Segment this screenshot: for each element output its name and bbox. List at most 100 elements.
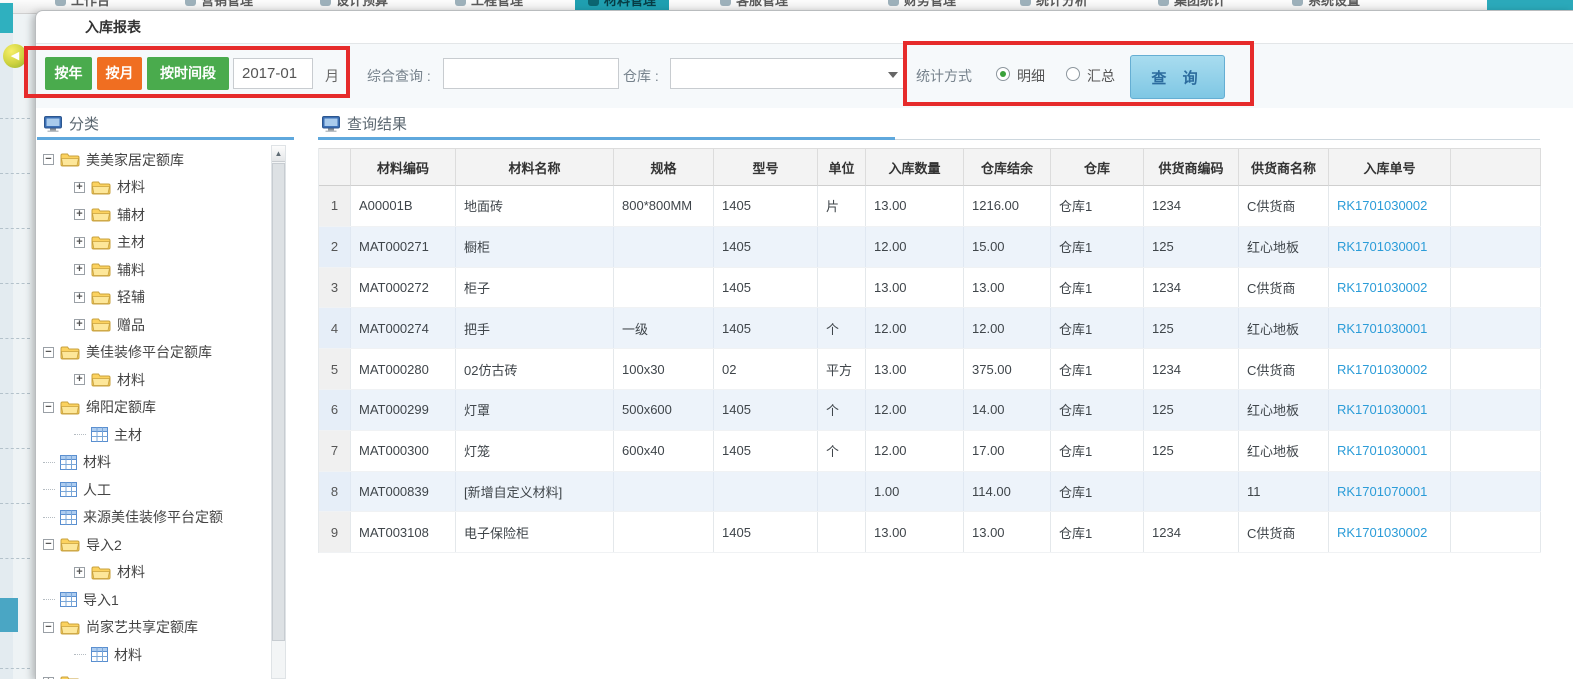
inbound-order-link[interactable]: RK1701070001 [1329,471,1451,512]
menu-item-label: 系统设置 [1308,0,1361,8]
table-row[interactable]: 3 MAT000272 柜子 1405 13.00 13.00 仓库1 1234 C供货商 RK1… [319,267,1541,309]
table-row[interactable]: 9 MAT003108 电子保险柜 1405 13.00 13.00 仓库1 1234 C供货商… [319,512,1541,554]
table-cell [1451,512,1541,553]
table-cell: 仓库1 [1051,430,1144,471]
collapse-icon[interactable]: − [43,346,54,358]
expand-icon[interactable]: + [74,291,85,303]
table-cell: 仓库1 [1051,226,1144,267]
expand-icon[interactable]: + [74,209,85,221]
folder-icon [91,317,111,332]
table-row[interactable]: 4 MAT000274 把手 一级 1405 个 12.00 12.00 仓库1 125 红心地板 R… [319,308,1541,350]
tree-item-材料[interactable]: + 材料 [37,174,270,202]
tree-item-材料[interactable]: 材料 [37,449,270,477]
table-cell [818,512,866,553]
table-cell: 一级 [614,308,714,349]
teal-corner-block [0,3,13,33]
inbound-order-link[interactable]: RK1701030002 [1329,349,1451,389]
combined-query-input[interactable] [443,58,619,89]
expand-icon[interactable]: + [74,319,85,331]
expand-icon[interactable]: + [74,236,85,248]
divider [0,173,30,174]
tree-item-label: 材料 [117,564,145,581]
collapse-icon[interactable]: − [43,621,54,633]
table-row[interactable]: 1 A00001B 地面砖 800*800MM 1405 片 13.00 1216.00 仓库1… [319,186,1541,227]
folder-icon [60,675,80,679]
results-section-title: 查询结果 [347,116,408,133]
menu-item-label: 财务管理 [904,0,957,8]
table-cell [614,471,714,512]
expand-icon[interactable]: + [74,181,85,193]
tree-section-title: 分类 [69,116,100,133]
inbound-order-link[interactable]: RK1701030001 [1329,308,1451,349]
table-cell: 800*800MM [614,186,714,226]
table-cell: 红心地板 [1239,308,1329,349]
tree-item-辅料[interactable]: + 辅料 [37,256,270,284]
expand-icon[interactable]: + [74,374,85,386]
inbound-order-link[interactable]: RK1701030001 [1329,226,1451,267]
inbound-order-link[interactable]: RK1701030002 [1329,512,1451,553]
table-row[interactable]: 6 MAT000299 灯罩 500x600 1405 个 12.00 14.00 仓库1 125… [319,389,1541,431]
tree-item-尚家艺共享定额库[interactable]: − 尚家艺共享定额库 [37,614,270,642]
inbound-order-link[interactable]: RK1701030002 [1329,267,1451,308]
table-cell: 17.00 [964,430,1051,471]
table-cell [1451,349,1541,389]
menu-item-label: 工作台 [71,0,111,8]
warehouse-select[interactable] [670,58,906,89]
expand-icon[interactable]: + [74,566,85,578]
tree-item-label: 辅料 [117,261,145,278]
expand-icon[interactable]: + [74,264,85,276]
tree-item-绵阳定额库[interactable]: − 绵阳定额库 [37,394,270,422]
tree-scrollbar[interactable]: ▲ [271,145,286,679]
tree-item-人工[interactable]: 人工 [37,476,270,504]
table-icon [60,509,77,525]
tree-item-材料[interactable]: + 材料 [37,366,270,394]
results-section-header: 查询结果 [322,113,407,134]
table-cell: 500x600 [614,389,714,430]
tree-item-材料[interactable]: + 材料 [37,559,270,587]
collapse-icon[interactable]: − [43,401,54,413]
tree-item-材料[interactable]: 材料 [37,641,270,669]
tree-item-美佳装修平台定额库[interactable]: − 美佳装修平台定额库 [37,339,270,367]
table-cell: 1405 [714,430,818,471]
tree-item-label: 材料 [117,179,145,196]
table-row[interactable]: 7 MAT000300 灯笼 600x40 1405 个 12.00 17.00 仓库1 125 红… [319,430,1541,472]
table-cell [714,471,818,512]
table-row[interactable]: 5 MAT000280 02仿古砖 100x30 02 平方 13.00 375.00 仓库1 1… [319,349,1541,390]
scroll-up-icon[interactable]: ▲ [272,146,285,162]
table-cell: 15.00 [964,226,1051,267]
inbound-order-link[interactable]: RK1701030001 [1329,389,1451,430]
tree-item-轻辅[interactable]: + 轻辅 [37,284,270,312]
tree-item-辅材[interactable]: + 辅材 [37,201,270,229]
tree-item-美美家居定额库[interactable]: − 美美家居定额库 [37,146,270,174]
tree-item-主材[interactable]: 主材 [37,421,270,449]
table-cell: 红心地板 [1239,389,1329,430]
column-header: 单位 [818,148,866,186]
tree-item-导入2[interactable]: − 导入2 [37,531,270,559]
table-row[interactable]: 2 MAT000271 橱柜 1405 12.00 15.00 仓库1 125 红心地板 RK17… [319,226,1541,268]
folder-icon [91,235,111,250]
tree-item-来源美佳装修平台定额[interactable]: 来源美佳装修平台定额 [37,504,270,532]
tree-item-赠品[interactable]: + 赠品 [37,311,270,339]
table-cell: 仓库1 [1051,308,1144,349]
tree-item-主材[interactable]: + 主材 [37,229,270,257]
row-number-header [319,148,351,186]
divider [895,139,1540,140]
table-cell: 125 [1144,308,1239,349]
inbound-order-link[interactable]: RK1701030001 [1329,430,1451,471]
divider [318,137,895,140]
table-cell: 橱柜 [456,226,614,267]
table-cell: 125 [1144,389,1239,430]
table-cell: 125 [1144,226,1239,267]
column-header: 材料名称 [456,148,614,186]
collapse-icon[interactable]: − [43,154,54,166]
tree-item-label: 主材 [117,234,145,251]
tree-scrollbar-thumb[interactable] [272,163,285,641]
table-row[interactable]: 8 MAT000839 [新增自定义材料] 1.00 114.00 仓库1 11 RK1701… [319,471,1541,513]
row-number-cell: 4 [319,308,351,349]
tree-item-导入1[interactable]: 导入1 [37,586,270,614]
table-cell: 1234 [1144,349,1239,389]
tree-item[interactable]: + [37,669,270,679]
folder-icon [60,620,80,635]
collapse-icon[interactable]: − [43,539,54,551]
inbound-order-link[interactable]: RK1701030002 [1329,186,1451,226]
